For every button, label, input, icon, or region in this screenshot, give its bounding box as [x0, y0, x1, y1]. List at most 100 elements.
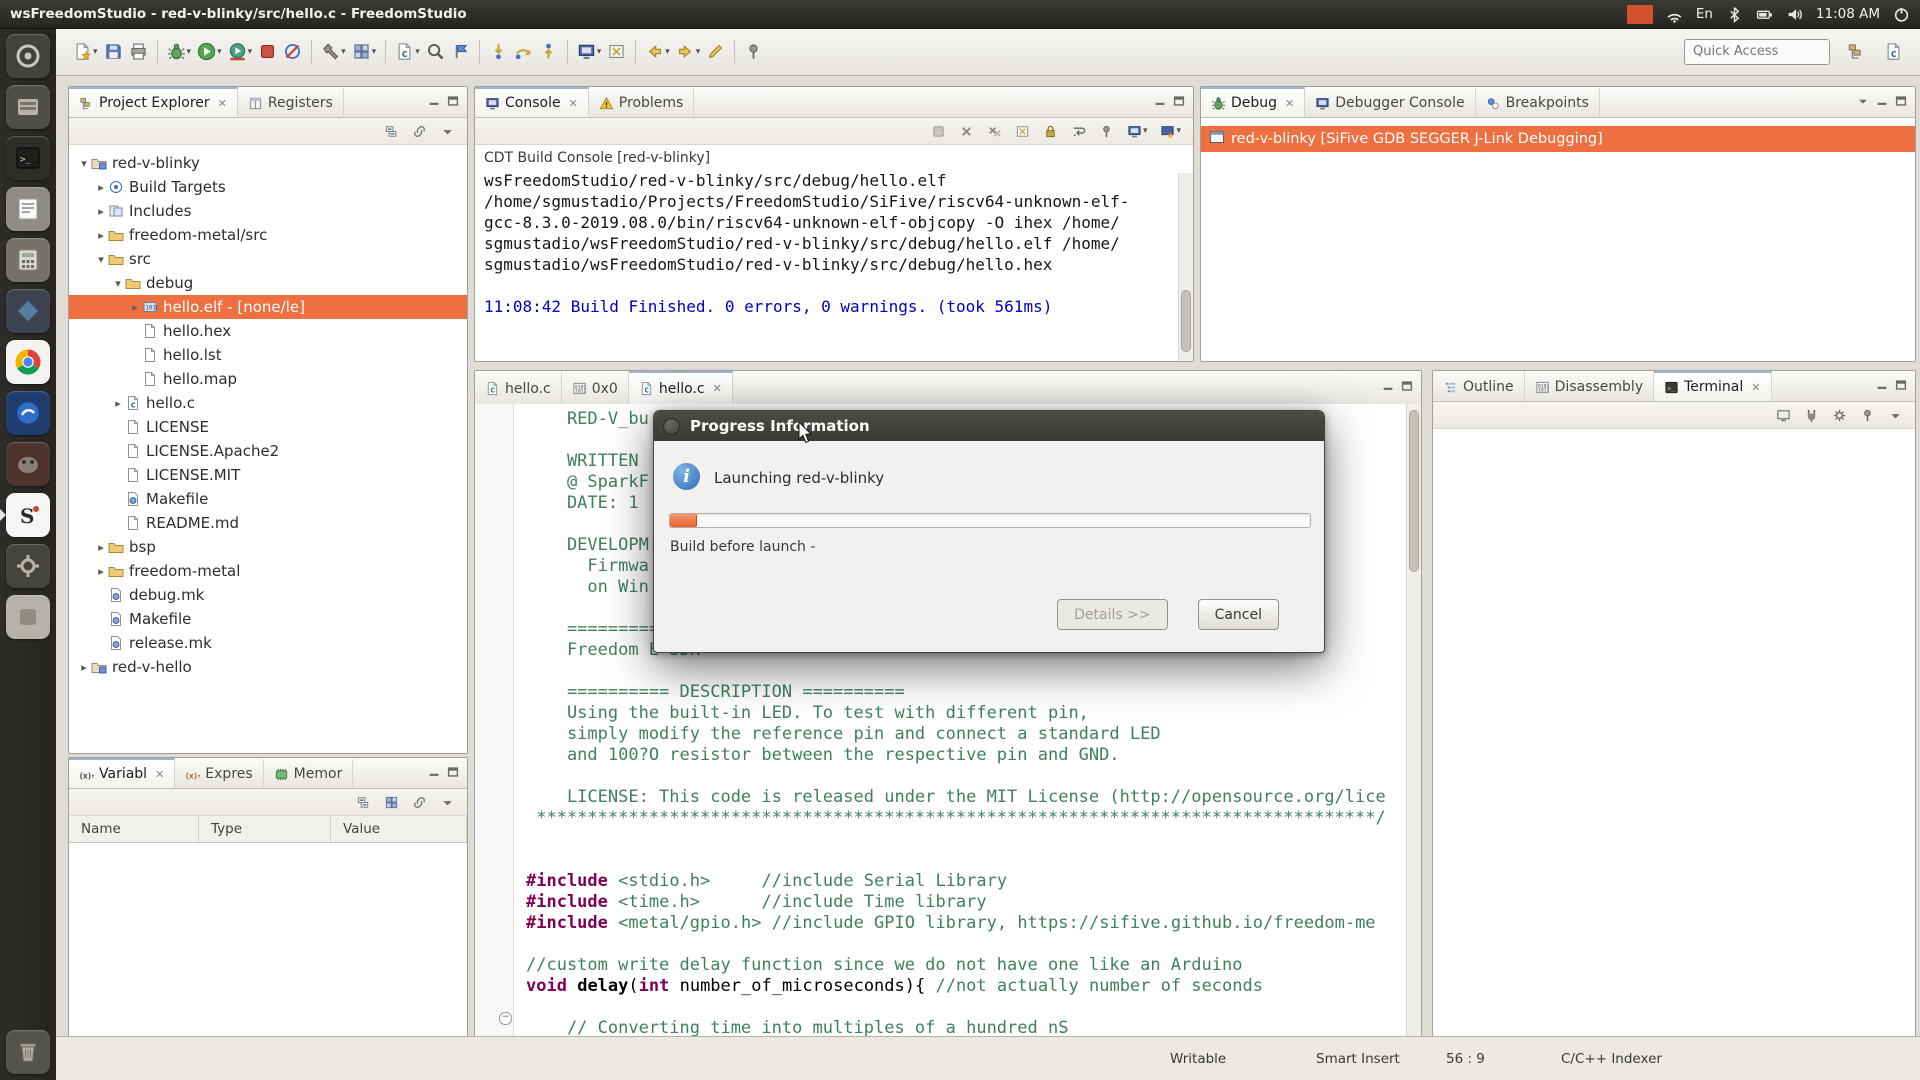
forward-button[interactable]: ▾ [673, 38, 704, 66]
terminal-settings-button[interactable] [1829, 401, 1850, 429]
maximize-button[interactable] [1400, 378, 1414, 397]
details-button[interactable]: Details >> [1057, 599, 1167, 630]
tab-memor[interactable]: Memor [264, 758, 354, 788]
close-tab-icon[interactable]: ✕ [218, 97, 227, 110]
expand-arrow-icon[interactable]: ▾ [94, 253, 108, 266]
tree-item-license-mit[interactable]: LICENSE.MIT [69, 463, 467, 487]
network-icon[interactable] [1666, 6, 1683, 23]
launcher-item-image-editor[interactable] [6, 442, 50, 486]
console-scrollbar[interactable] [1178, 173, 1193, 361]
save-button[interactable] [101, 38, 126, 66]
launcher-item-media-app[interactable] [6, 391, 50, 435]
fold-collapse-icon[interactable]: − [499, 1012, 512, 1025]
open-console-button[interactable]: ▾ [574, 38, 605, 66]
tree-item-build-targets[interactable]: ▸Build Targets [69, 175, 467, 199]
profile-dropdown-icon[interactable]: ▾ [248, 47, 253, 57]
run-dropdown-icon[interactable]: ▾ [217, 47, 222, 57]
debug-dropdown-icon[interactable]: ▾ [187, 47, 192, 57]
column-header-name[interactable]: Name [69, 816, 199, 842]
expand-arrow-icon[interactable]: ▸ [94, 229, 108, 242]
new-c-file-button[interactable]: c▾ [392, 38, 423, 66]
pin-editor-button[interactable] [741, 38, 766, 66]
close-tab-icon[interactable]: ✕ [569, 97, 578, 110]
pin-console-button[interactable] [1096, 117, 1117, 145]
debug-button[interactable]: ▾ [164, 38, 195, 66]
expand-arrow-icon[interactable]: ▸ [94, 541, 108, 554]
tab-problems[interactable]: Problems [589, 87, 695, 117]
debug-session-item[interactable]: red-v-blinky [SiFive GDB SEGGER J-Link D… [1201, 126, 1915, 152]
tree-item-hello-elf-none-le[interactable]: ▸1010hello.elf - [none/le] [69, 295, 467, 319]
tab-console[interactable]: Console✕ [475, 87, 589, 117]
launcher-item-dev-tool[interactable] [6, 289, 50, 333]
minimize-button[interactable] [427, 764, 441, 783]
collapse-all-button[interactable] [381, 117, 402, 145]
expand-arrow-icon[interactable]: ▾ [111, 277, 125, 290]
build-button[interactable]: ▾ [318, 38, 349, 66]
remove-launch-button[interactable] [956, 117, 977, 145]
tree-item-hello-map[interactable]: hello.map [69, 367, 467, 391]
expand-arrow-icon[interactable]: ▾ [77, 157, 91, 170]
terminal-content[interactable] [1433, 429, 1915, 1037]
view-menu-button[interactable] [1856, 93, 1870, 112]
cancel-button[interactable]: Cancel [1198, 599, 1279, 630]
tab-0x0[interactable]: 010110110x0 [562, 371, 629, 404]
close-tab-icon[interactable]: ✕ [1751, 381, 1760, 394]
minimize-button[interactable] [1153, 93, 1167, 112]
expand-arrow-icon[interactable]: ▸ [77, 661, 91, 674]
build-dropdown-icon[interactable]: ▾ [341, 47, 346, 57]
tree-item-debug-mk[interactable]: debug.mk [69, 583, 467, 607]
close-tab-icon[interactable]: ✕ [155, 768, 164, 781]
toggle-mark-occurrences-button[interactable] [448, 38, 473, 66]
expand-arrow-icon[interactable]: ▸ [94, 205, 108, 218]
launcher-item-terminal-app[interactable]: >_ [6, 136, 50, 180]
display-selected-console-dropdown-icon[interactable]: ▾ [1143, 126, 1148, 136]
back-button[interactable]: ▾ [642, 38, 673, 66]
tree-item-makefile[interactable]: Makefile [69, 487, 467, 511]
dialog-close-button[interactable] [663, 418, 680, 435]
tab-registers[interactable]: Registers [238, 87, 344, 117]
step-return-button[interactable] [536, 38, 561, 66]
tree-item-includes[interactable]: ▸Includes [69, 199, 467, 223]
tree-item-readme-md[interactable]: README.md [69, 511, 467, 535]
skip-all-breakpoints-button[interactable] [280, 38, 305, 66]
clear-console-button[interactable] [1012, 117, 1033, 145]
launcher-item-freedom-studio[interactable]: S [6, 493, 50, 537]
terminate-button[interactable] [255, 38, 280, 66]
tree-item-hello-c[interactable]: ▸chello.c [69, 391, 467, 415]
pin-terminal-button[interactable] [1857, 401, 1878, 429]
scroll-lock-button[interactable] [1040, 117, 1061, 145]
view-menu-button[interactable] [1885, 401, 1906, 429]
new-wizard-dropdown-icon[interactable]: ▾ [93, 47, 98, 57]
tree-item-license-apache2[interactable]: LICENSE.Apache2 [69, 439, 467, 463]
back-dropdown-icon[interactable]: ▾ [665, 47, 670, 57]
view-menu-button[interactable] [437, 788, 458, 816]
last-edit-location-button[interactable] [703, 38, 728, 66]
dialog-titlebar[interactable]: Progress Information [654, 411, 1324, 441]
connect-terminal-button[interactable] [1801, 401, 1822, 429]
minimize-button[interactable] [427, 93, 441, 112]
tab-disassembly[interactable]: 01011011Disassembly [1525, 371, 1654, 401]
open-console-button[interactable]: ▾ [1157, 117, 1184, 145]
tree-item-bsp[interactable]: ▸bsp [69, 535, 467, 559]
open-console-dropdown-icon[interactable]: ▾ [597, 47, 602, 57]
launcher-item-text-editor[interactable] [6, 187, 50, 231]
tree-item-hello-lst[interactable]: hello.lst [69, 343, 467, 367]
tree-item-red-v-hello[interactable]: ▸red-v-hello [69, 655, 467, 679]
c-cpp-perspective-button[interactable]: c [1881, 38, 1906, 66]
maximize-button[interactable] [1172, 93, 1186, 112]
remove-all-terminated-button[interactable] [984, 117, 1005, 145]
tree-item-hello-hex[interactable]: hello.hex [69, 319, 467, 343]
collapse-all-button[interactable] [353, 788, 374, 816]
launcher-item-dash[interactable] [6, 34, 50, 78]
close-tab-icon[interactable]: ✕ [713, 382, 722, 395]
open-perspective-button[interactable] [1844, 38, 1869, 66]
layout-button[interactable] [381, 788, 402, 816]
launcher-item-chrome[interactable] [6, 340, 50, 384]
link-with-debug-button[interactable] [409, 788, 430, 816]
minimize-button[interactable] [1875, 93, 1889, 112]
editor-scrollbar[interactable] [1406, 404, 1421, 1036]
tab-variabl[interactable]: (x)=Variabl✕ [69, 758, 175, 788]
tab-expres[interactable]: (x)=Expres [175, 758, 263, 788]
quick-access-input[interactable] [1684, 39, 1830, 65]
forward-dropdown-icon[interactable]: ▾ [696, 47, 701, 57]
